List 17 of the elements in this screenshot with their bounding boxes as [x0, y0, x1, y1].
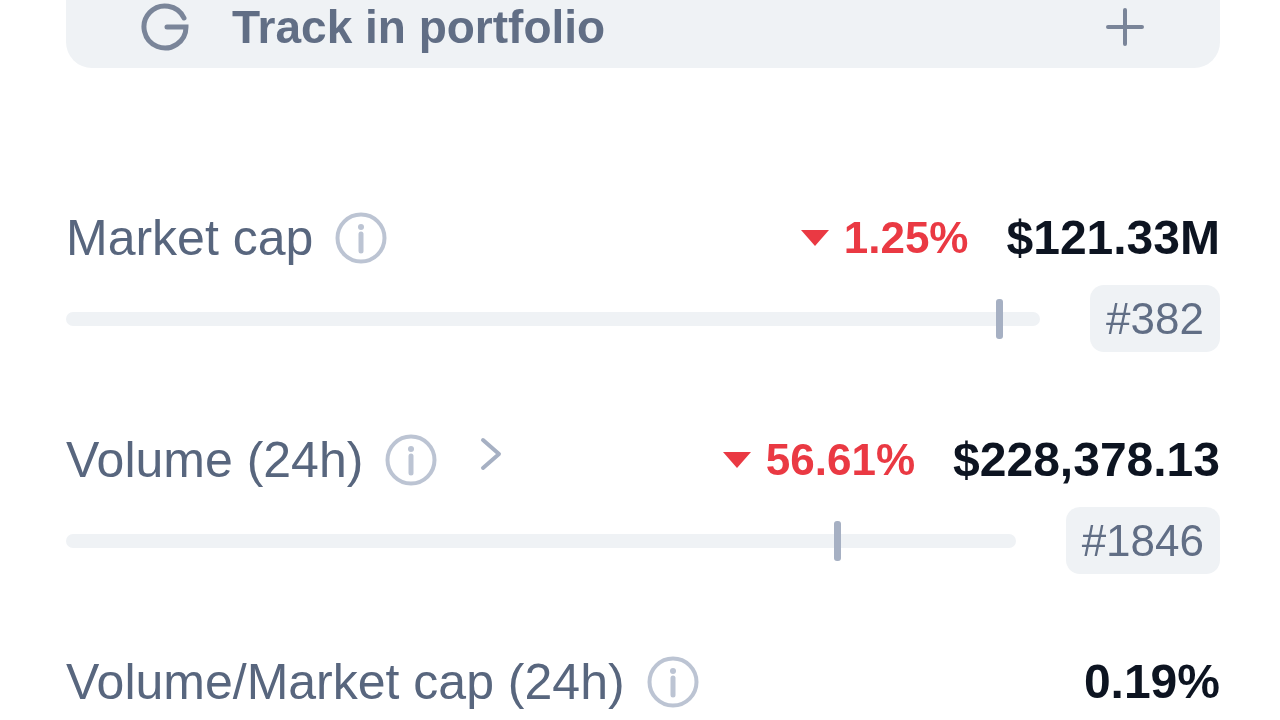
open-ring-icon	[140, 2, 190, 52]
info-icon[interactable]	[646, 656, 699, 708]
stat-value: $121.33M	[1006, 210, 1220, 266]
rank-badge: #382	[1090, 285, 1220, 352]
rank-badge: #1846	[1065, 507, 1220, 574]
stat-value: $228,378.13	[953, 432, 1220, 488]
info-icon[interactable]	[335, 212, 388, 264]
stat-value: 0.19%	[1083, 654, 1220, 710]
stat-label: Volume/Market cap (24h)	[66, 653, 625, 712]
info-icon[interactable]	[385, 434, 438, 486]
plus-icon	[1105, 7, 1145, 47]
stat-label: Market cap	[66, 209, 314, 268]
stat-label: Volume (24h)	[66, 431, 364, 490]
percent-change: 1.25%	[843, 212, 969, 264]
track-portfolio-button[interactable]: Track in portfolio	[66, 0, 1220, 68]
percent-change: 56.61%	[765, 434, 916, 486]
chevron-right-icon[interactable]	[479, 437, 504, 471]
